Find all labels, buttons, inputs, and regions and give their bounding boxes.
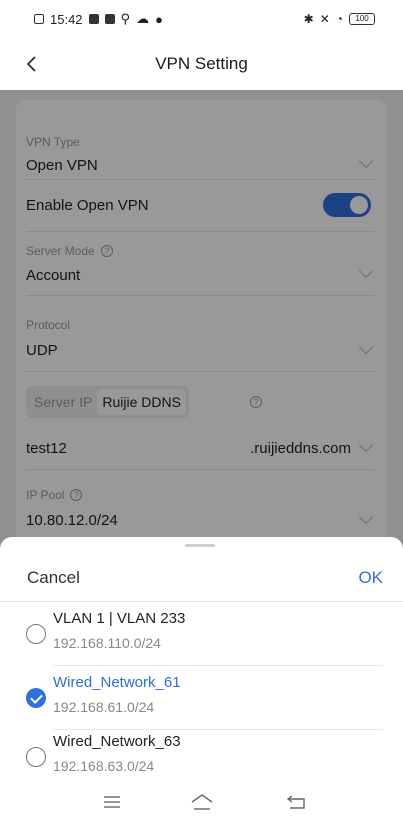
option-item[interactable]: VLAN 1 | VLAN 233 192.168.110.0/24 [0,602,403,666]
radio-unchecked-icon[interactable] [26,747,46,767]
cloud-icon: ☁ [136,11,150,26]
option-subnet: 192.168.63.0/24 [53,758,155,774]
sheet-drag-handle[interactable] [185,544,215,547]
system-navigation-bar [0,779,403,832]
sync-icon: ● [155,11,163,27]
option-name: VLAN 1 | VLAN 233 [53,610,186,627]
bluetooth-icon: ✱ [303,12,314,26]
menu-icon[interactable] [102,793,122,811]
status-left: 15:42 ⚲ ☁ ● [34,11,163,27]
notification-icon [88,14,99,24]
status-time: 15:42 [50,11,83,27]
wifi-icon: ◔ [335,12,343,26]
radio-checked-icon[interactable] [26,688,46,708]
status-bar: 15:42 ⚲ ☁ ● ✱ ✕ ◔ 100 [0,0,403,38]
ok-button[interactable]: OK [358,568,383,588]
option-subnet: 192.168.110.0/24 [53,635,161,651]
option-name: Wired_Network_63 [53,733,181,750]
page-title: VPN Setting [155,54,248,73]
back-button[interactable] [18,50,46,78]
battery-icon: 100 [349,13,375,25]
option-subnet: 192.168.61.0/24 [53,699,155,715]
app-header: VPN Setting [0,38,403,90]
usb-icon: ⚲ [120,11,131,26]
option-item-selected[interactable]: Wired_Network_61 192.168.61.0/24 [0,666,403,730]
back-icon[interactable] [286,793,308,811]
status-right: ✱ ✕ ◔ 100 [304,12,375,26]
cancel-button[interactable]: Cancel [27,568,80,588]
screenshot-icon [34,14,44,24]
chevron-left-icon [26,56,36,72]
option-name: Wired_Network_61 [53,674,181,691]
sheet-header: Cancel OK [0,555,403,601]
mute-icon: ✕ [319,12,330,26]
radio-unchecked-icon[interactable] [26,624,46,644]
home-icon[interactable] [190,793,214,811]
gallery-icon [104,14,115,24]
